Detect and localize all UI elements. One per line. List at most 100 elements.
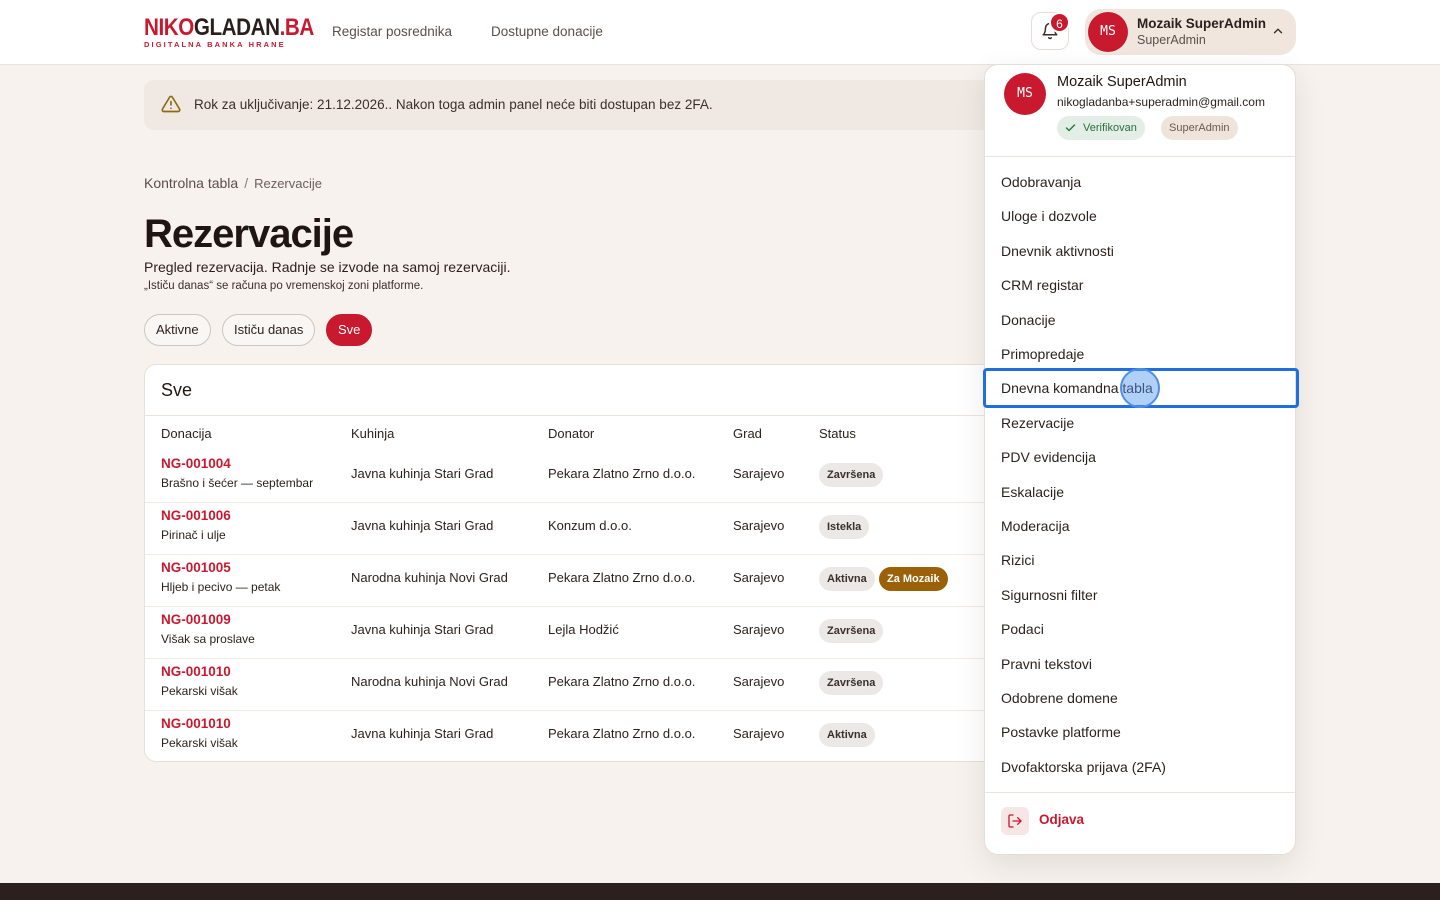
donation-description: Pirinač i ulje (161, 528, 226, 542)
top-navbar: NIKOGLADAN.BA DIGITALNA BANKA HRANE Regi… (0, 0, 1440, 65)
breadcrumb-home-link[interactable]: Kontrolna tabla (144, 175, 238, 191)
notification-count-badge: 6 (1049, 12, 1070, 33)
divider (145, 415, 1043, 416)
menu-user-name: Mozaik SuperAdmin (1057, 74, 1187, 90)
donation-code-link[interactable]: NG-001010 (161, 664, 231, 679)
table-row[interactable]: NG-001010 Pekarski višak Narodna kuhinja N… (145, 658, 1043, 710)
column-header-kuhinja: Kuhinja (351, 426, 395, 441)
table-row[interactable]: NG-001010 Pekarski višak Javna kuhinja Sta… (145, 710, 1043, 761)
menu-item-uloge-i-dozvole[interactable]: Uloge i dozvole (1001, 208, 1097, 224)
avatar: MS (1004, 73, 1046, 115)
page-subtitle: Pregled rezervacija. Radnje se izvode na… (144, 259, 511, 275)
cursor-indicator (1120, 368, 1160, 408)
user-name: Mozaik SuperAdmin (1137, 16, 1267, 31)
menu-item-postavke-platforme[interactable]: Postavke platforme (1001, 724, 1121, 740)
kitchen-cell: Javna kuhinja Stari Grad (351, 726, 494, 741)
status-badge: Završena (819, 619, 884, 643)
donor-cell: Pekara Zlatno Zrno d.o.o. (548, 466, 696, 481)
donation-description: Pekarski višak (161, 736, 238, 750)
status-badge: Istekla (819, 515, 870, 539)
donor-cell: Pekara Zlatno Zrno d.o.o. (548, 570, 696, 585)
chevron-up-icon (1273, 28, 1283, 34)
menu-item-rizici[interactable]: Rizici (1001, 552, 1034, 568)
assignment-badge: Za Mozaik (879, 567, 948, 591)
status-badge: Aktivna (819, 567, 875, 591)
column-header-donacija: Donacija (161, 426, 212, 441)
breadcrumb: Kontrolna tabla / Rezervacije (144, 175, 322, 191)
column-header-grad: Grad (733, 426, 762, 441)
donation-code-link[interactable]: NG-001005 (161, 560, 231, 575)
kitchen-cell: Narodna kuhinja Novi Grad (351, 674, 508, 689)
filter-chip-sve[interactable]: Sve (326, 314, 373, 346)
divider (985, 156, 1295, 157)
user-menu-toggle[interactable]: MS Mozaik SuperAdmin SuperAdmin (1085, 9, 1296, 55)
warning-icon (161, 95, 181, 113)
donor-cell: Konzum d.o.o. (548, 518, 632, 533)
verified-badge: Verifikovan (1057, 116, 1145, 140)
logout-button[interactable]: Odjava (1039, 812, 1084, 827)
table-row[interactable]: NG-001004 Brašno i šećer — septembar Javna… (145, 451, 1043, 503)
warning-text: Rok za uključivanje: 21.12.2026.. Nakon … (194, 97, 713, 112)
table-row[interactable]: NG-001006 Pirinač i ulje Javna kuhinja Sta… (145, 502, 1043, 554)
city-cell: Sarajevo (733, 570, 785, 585)
city-cell: Sarajevo (733, 466, 785, 481)
status-badge: Aktivna (819, 723, 875, 747)
nav-link-registar-posrednika[interactable]: Registar posrednika (332, 24, 452, 39)
menu-item-dnevnik-aktivnosti[interactable]: Dnevnik aktivnosti (1001, 243, 1114, 259)
column-header-status: Status (819, 426, 856, 441)
donation-description: Pekarski višak (161, 684, 238, 698)
donation-code-link[interactable]: NG-001009 (161, 612, 231, 627)
reservations-table-card: Sve Donacija Kuhinja Donator Grad Status… (144, 364, 1044, 762)
menu-user-email: nikogladanba+superadmin@gmail.com (1057, 95, 1265, 109)
kitchen-cell: Javna kuhinja Stari Grad (351, 622, 494, 637)
menu-item-dvofaktorska-prijava-2fa[interactable]: Dvofaktorska prijava (2FA) (1001, 759, 1166, 775)
menu-item-odobravanja[interactable]: Odobravanja (1001, 174, 1081, 190)
menu-item-donacije[interactable]: Donacije (1001, 312, 1055, 328)
menu-item-moderacija[interactable]: Moderacija (1001, 518, 1069, 534)
twofa-warning-banner: Rok za uključivanje: 21.12.2026.. Nakon … (144, 80, 1044, 130)
menu-item-sigurnosni-filter[interactable]: Sigurnosni filter (1001, 587, 1098, 603)
city-cell: Sarajevo (733, 726, 785, 741)
menu-item-pdv-evidencija[interactable]: PDV evidencija (1001, 449, 1096, 465)
menu-item-odobrene-domene[interactable]: Odobrene domene (1001, 690, 1118, 706)
table-row[interactable]: NG-001005 Hljeb i pecivo — petak Narodna k… (145, 554, 1043, 606)
filter-chip-isticu-danas[interactable]: Ističu danas (222, 314, 316, 346)
page-note: „Ističu danas“ se računa po vremenskoj z… (144, 280, 424, 292)
donation-description: Hljeb i pecivo — petak (161, 580, 281, 594)
donor-cell: Pekara Zlatno Zrno d.o.o. (548, 674, 696, 689)
page-title: Rezervacije (144, 212, 354, 256)
footer (0, 883, 1440, 900)
menu-item-primopredaje[interactable]: Primopredaje (1001, 346, 1084, 362)
user-role: SuperAdmin (1137, 33, 1206, 47)
filter-chip-aktivne[interactable]: Aktivne (144, 314, 211, 346)
menu-item-rezervacije[interactable]: Rezervacije (1001, 415, 1074, 431)
kitchen-cell: Narodna kuhinja Novi Grad (351, 570, 508, 585)
donation-code-link[interactable]: NG-001006 (161, 508, 231, 523)
donation-code-link[interactable]: NG-001010 (161, 716, 231, 731)
donation-description: Brašno i šećer — septembar (161, 476, 314, 490)
table-row[interactable]: NG-001009 Višak sa proslave Javna kuhinja … (145, 606, 1043, 658)
kitchen-cell: Javna kuhinja Stari Grad (351, 466, 494, 481)
menu-item-podaci[interactable]: Podaci (1001, 621, 1044, 637)
column-header-donator: Donator (548, 426, 595, 441)
donation-code-link[interactable]: NG-001004 (161, 456, 231, 471)
menu-item-pravni-tekstovi[interactable]: Pravni tekstovi (1001, 656, 1092, 672)
status-badge: Završena (819, 463, 884, 487)
donor-cell: Lejla Hodžić (548, 622, 619, 637)
logout-icon[interactable] (1001, 807, 1029, 835)
menu-item-crm-registar[interactable]: CRM registar (1001, 277, 1083, 293)
check-icon (1065, 124, 1076, 132)
user-dropdown-menu: MS Mozaik SuperAdmin nikogladanba+supera… (983, 64, 1299, 855)
donor-cell: Pekara Zlatno Zrno d.o.o. (548, 726, 696, 741)
avatar: MS (1088, 12, 1128, 52)
status-badge: Završena (819, 671, 884, 695)
role-badge: SuperAdmin (1161, 116, 1238, 140)
menu-item-eskalacije[interactable]: Eskalacije (1001, 484, 1064, 500)
breadcrumb-separator: / (244, 175, 249, 191)
city-cell: Sarajevo (733, 518, 785, 533)
table-title: Sve (161, 380, 193, 400)
city-cell: Sarajevo (733, 622, 785, 637)
brand-tagline: DIGITALNA BANKA HRANE (144, 40, 286, 49)
brand-logo[interactable]: NIKOGLADAN.BA DIGITALNA BANKA HRANE (144, 16, 342, 50)
nav-link-dostupne-donacije[interactable]: Dostupne donacije (491, 24, 603, 39)
